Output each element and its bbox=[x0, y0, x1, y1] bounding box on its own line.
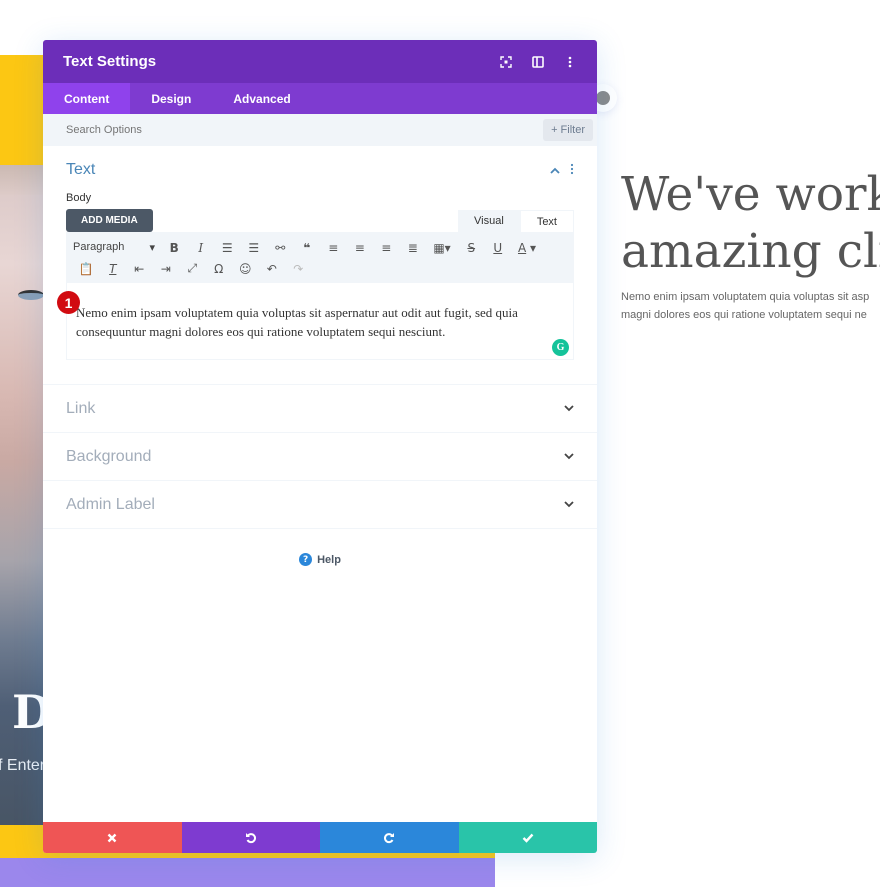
tab-content[interactable]: Content bbox=[43, 83, 131, 114]
hero-heading-line: amazing cli bbox=[621, 224, 880, 279]
cancel-button[interactable] bbox=[43, 822, 182, 853]
bullet-list-icon[interactable]: ☰ bbox=[214, 241, 241, 255]
text-section-title: Text bbox=[66, 161, 96, 178]
chevron-down-icon bbox=[564, 405, 574, 412]
text-settings-modal: Text Settings Content Design Advanced + … bbox=[43, 40, 597, 853]
redo-icon bbox=[384, 832, 395, 843]
filter-button[interactable]: + Filter bbox=[543, 119, 593, 141]
strikethrough-icon[interactable]: S bbox=[458, 241, 485, 255]
body-content: Nemo enim ipsam voluptatem quia voluptas… bbox=[76, 305, 518, 339]
link-section-title: Link bbox=[66, 399, 96, 417]
more-options-icon[interactable] bbox=[563, 55, 577, 69]
search-options-input[interactable] bbox=[66, 124, 366, 136]
tab-design[interactable]: Design bbox=[130, 83, 212, 114]
table-icon[interactable]: ▦▾ bbox=[426, 241, 458, 255]
dropdown-arrow-icon: ▾ bbox=[149, 242, 155, 254]
split-view-icon[interactable] bbox=[531, 55, 545, 69]
background-section-title: Background bbox=[66, 447, 152, 465]
justify-icon[interactable]: ≣ bbox=[400, 241, 427, 255]
photo-eye bbox=[18, 290, 44, 300]
help-link[interactable]: ? Help bbox=[43, 553, 597, 566]
tab-advanced[interactable]: Advanced bbox=[212, 83, 311, 114]
bold-icon[interactable]: B bbox=[161, 241, 188, 255]
globe-icon bbox=[596, 91, 610, 105]
editor-tab-text[interactable]: Text bbox=[519, 210, 574, 232]
outdent-icon[interactable]: ⇤ bbox=[126, 262, 153, 276]
hero-paragraph: Nemo enim ipsam voluptatem quia voluptas… bbox=[621, 288, 869, 324]
modal-footer bbox=[43, 822, 597, 853]
emoji-icon[interactable]: ☺ bbox=[232, 262, 259, 276]
grammarly-icon[interactable]: G bbox=[552, 339, 569, 356]
search-bar: + Filter bbox=[43, 114, 597, 146]
editor-tab-visual[interactable]: Visual bbox=[458, 210, 520, 232]
undo-icon[interactable]: ↶ bbox=[259, 262, 286, 276]
help-label: Help bbox=[317, 553, 341, 566]
background-section[interactable]: Background bbox=[43, 433, 597, 481]
modal-header[interactable]: Text Settings bbox=[43, 40, 597, 83]
hero-heading-line: We've worke bbox=[621, 167, 880, 222]
admin-label-section-title: Admin Label bbox=[66, 495, 155, 513]
page: D f Enter We've worke amazing cli Nemo e… bbox=[0, 0, 880, 887]
section-options-icon[interactable] bbox=[570, 163, 574, 178]
hero-heading: We've worke amazing cli bbox=[621, 166, 880, 280]
indent-icon[interactable]: ⇥ bbox=[153, 262, 180, 276]
numbered-list-icon[interactable]: ☰ bbox=[241, 241, 268, 255]
chevron-down-icon bbox=[564, 501, 574, 508]
chevron-up-icon[interactable] bbox=[550, 163, 560, 177]
fullscreen-icon[interactable] bbox=[499, 55, 513, 69]
redo-icon[interactable]: ↷ bbox=[285, 262, 312, 276]
undo-button[interactable] bbox=[181, 822, 320, 853]
format-select[interactable]: Paragraph ▾ bbox=[73, 241, 161, 254]
fullscreen-editor-icon[interactable]: ⤢ bbox=[179, 261, 206, 276]
modal-title: Text Settings bbox=[63, 53, 157, 70]
hero-paragraph-line: magni dolores eos qui ratione voluptatem… bbox=[621, 309, 867, 321]
text-section: Text Body ADD MEDIA Visual Text Paragrap… bbox=[43, 146, 597, 385]
redo-button[interactable] bbox=[320, 822, 459, 853]
clear-formatting-icon[interactable]: T bbox=[100, 262, 127, 276]
step-badge: 1 bbox=[57, 291, 80, 314]
special-character-icon[interactable]: Ω bbox=[206, 262, 233, 276]
background-subtext-fragment: f Enter bbox=[0, 757, 46, 774]
align-right-icon[interactable]: ≡ bbox=[373, 241, 400, 255]
text-color-icon[interactable]: A ▾ bbox=[511, 241, 543, 255]
body-label: Body bbox=[66, 192, 92, 204]
format-select-value: Paragraph bbox=[73, 241, 125, 253]
link-icon[interactable]: ⚯ bbox=[267, 241, 294, 255]
paste-text-icon[interactable]: 📋 bbox=[73, 262, 100, 276]
hero-paragraph-line: Nemo enim ipsam voluptatem quia voluptas… bbox=[621, 291, 870, 303]
text-section-header[interactable]: Text bbox=[66, 160, 574, 180]
close-icon bbox=[107, 833, 117, 842]
add-media-button[interactable]: ADD MEDIA bbox=[66, 209, 153, 232]
align-center-icon[interactable]: ≡ bbox=[347, 241, 374, 255]
checkmark-icon bbox=[522, 833, 534, 843]
link-section[interactable]: Link bbox=[43, 385, 597, 433]
align-left-icon[interactable]: ≡ bbox=[320, 241, 347, 255]
chevron-down-icon bbox=[564, 453, 574, 460]
settings-tabs: Content Design Advanced bbox=[43, 83, 597, 114]
undo-icon bbox=[245, 832, 256, 843]
body-editor[interactable]: Nemo enim ipsam voluptatem quia voluptas… bbox=[66, 283, 574, 360]
editor-toolbar: Paragraph ▾ B I ☰ ☰ ⚯ ❝ ≡ ≡ ≡ ≣ ▦▾ S U A … bbox=[66, 232, 574, 283]
background-lavender-bar bbox=[0, 858, 495, 887]
blockquote-icon[interactable]: ❝ bbox=[294, 241, 321, 255]
help-icon: ? bbox=[299, 553, 313, 566]
underline-icon[interactable]: U bbox=[485, 241, 512, 255]
admin-label-section[interactable]: Admin Label bbox=[43, 481, 597, 529]
italic-icon[interactable]: I bbox=[188, 241, 215, 255]
save-button[interactable] bbox=[458, 822, 597, 853]
